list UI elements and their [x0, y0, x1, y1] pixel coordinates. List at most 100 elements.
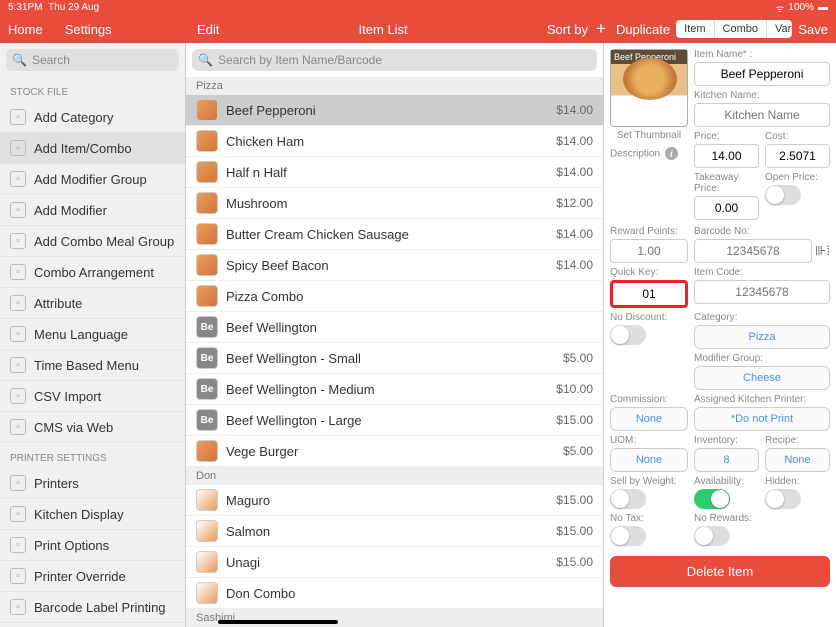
list-item[interactable]: Pizza Combo [186, 281, 603, 312]
sidebar-icon: ▫ [10, 419, 26, 435]
commission-select[interactable]: None [610, 407, 688, 431]
hidden-toggle[interactable] [765, 489, 801, 509]
cost-input[interactable] [765, 144, 830, 168]
seg-combo[interactable]: Combo [714, 20, 766, 38]
sidebar-item[interactable]: ▫CMS via Web [0, 412, 185, 443]
item-thumb-icon [196, 551, 218, 573]
item-thumb-icon [196, 223, 218, 245]
list-item[interactable]: Mushroom$12.00 [186, 188, 603, 219]
seg-variant[interactable]: Variant [766, 20, 792, 38]
item-list: 🔍Search by Item Name/Barcode Pizza Beef … [186, 43, 604, 627]
set-thumbnail[interactable]: Set Thumbnail [610, 130, 688, 141]
recipe-select[interactable]: None [765, 448, 830, 472]
item-thumb-icon: Be [196, 347, 218, 369]
category-header: Sashimi [186, 609, 603, 627]
list-item[interactable]: Maguro$15.00 [186, 485, 603, 516]
no-discount-toggle[interactable] [610, 325, 646, 345]
sidebar-item[interactable]: ▫Printers [0, 468, 185, 499]
list-search[interactable]: 🔍Search by Item Name/Barcode [192, 49, 597, 71]
home-button[interactable]: Home [8, 22, 43, 37]
list-item[interactable]: BeBeef Wellington - Small$5.00 [186, 343, 603, 374]
sidebar-icon: ▫ [10, 295, 26, 311]
sidebar-icon: ▫ [10, 326, 26, 342]
item-thumb-icon [196, 489, 218, 511]
settings-button[interactable]: Settings [65, 22, 112, 37]
sidebar-icon: ▫ [10, 357, 26, 373]
sidebar-item[interactable]: ▫CSV Import [0, 381, 185, 412]
battery-icon: ▬ [818, 2, 828, 13]
no-tax-toggle[interactable] [610, 526, 646, 546]
list-item[interactable]: Don Combo [186, 578, 603, 609]
item-code-input[interactable] [694, 280, 830, 304]
barcode-scan-icon[interactable]: ⊪⁞ [815, 243, 830, 259]
sidebar-icon: ▫ [10, 233, 26, 249]
sidebar-item[interactable]: ▫Add Combo Meal Group [0, 226, 185, 257]
availability-toggle[interactable] [694, 489, 730, 509]
sidebar-item[interactable]: ▫Add Modifier [0, 195, 185, 226]
price-input[interactable] [694, 144, 759, 168]
sidebar-item[interactable]: ▫Barcode Label Printing [0, 592, 185, 623]
modifier-select[interactable]: Cheese [694, 366, 830, 390]
sidebar-item[interactable]: ▫Add Category [0, 102, 185, 133]
sidebar-item[interactable]: ▫Combo Arrangement [0, 257, 185, 288]
sidebar-search[interactable]: 🔍Search [6, 49, 179, 71]
list-item[interactable]: BeBeef Wellington - Medium$10.00 [186, 374, 603, 405]
category-header: Don [186, 467, 603, 485]
type-segment[interactable]: Item Combo Variant [676, 20, 792, 38]
list-item[interactable]: Beef Pepperoni$14.00 [186, 95, 603, 126]
list-item[interactable]: Chicken Ham$14.00 [186, 126, 603, 157]
edit-button[interactable]: Edit [197, 22, 219, 37]
duplicate-button[interactable]: Duplicate [616, 22, 670, 37]
list-item[interactable]: Unagi$15.00 [186, 547, 603, 578]
seg-item[interactable]: Item [676, 20, 713, 38]
delete-item-button[interactable]: Delete Item [610, 556, 830, 587]
sidebar-item[interactable]: ▫Print Options [0, 530, 185, 561]
item-thumb-icon [196, 130, 218, 152]
topbar: Home Settings Edit Item List Sort by + D… [0, 15, 836, 43]
sidebar-item[interactable]: ▫Printer Override [0, 561, 185, 592]
item-name-input[interactable] [694, 62, 830, 86]
sidebar-item[interactable]: ▫Attribute [0, 288, 185, 319]
add-icon[interactable]: + [596, 19, 606, 39]
item-thumbnail[interactable]: Beef Pepperoni [610, 49, 688, 127]
item-thumb-icon [196, 440, 218, 462]
list-item[interactable]: BeBeef Wellington - Large$15.00 [186, 405, 603, 436]
barcode-input[interactable] [694, 239, 812, 263]
sidebar-icon: ▫ [10, 568, 26, 584]
list-item[interactable]: Salmon$15.00 [186, 516, 603, 547]
sidebar-icon: ▫ [10, 264, 26, 280]
no-rewards-toggle[interactable] [694, 526, 730, 546]
list-item[interactable]: Butter Cream Chicken Sausage$14.00 [186, 219, 603, 250]
sidebar-item[interactable]: ▫Time Based Menu [0, 350, 185, 381]
kitchen-printer-select[interactable]: *Do not Print [694, 407, 830, 431]
inventory-select[interactable]: 8 [694, 448, 759, 472]
section-app: APP SETTINGS [0, 623, 185, 627]
list-item[interactable]: Half n Half$14.00 [186, 157, 603, 188]
reward-input[interactable] [610, 239, 688, 263]
sidebar-icon: ▫ [10, 388, 26, 404]
info-icon[interactable]: i [665, 147, 678, 160]
category-select[interactable]: Pizza [694, 325, 830, 349]
status-bar: 5:31PM Thu 29 Aug ᯤ100%▬ [0, 0, 836, 15]
list-item[interactable]: Spicy Beef Bacon$14.00 [186, 250, 603, 281]
sell-by-weight-toggle[interactable] [610, 489, 646, 509]
open-price-toggle[interactable] [765, 185, 801, 205]
sidebar-item[interactable]: ▫Kitchen Display [0, 499, 185, 530]
sidebar-item[interactable]: ▫Add Item/Combo [0, 133, 185, 164]
sidebar-icon: ▫ [10, 537, 26, 553]
sidebar-item[interactable]: ▫Menu Language [0, 319, 185, 350]
takeaway-input[interactable] [694, 196, 759, 220]
uom-select[interactable]: None [610, 448, 688, 472]
list-item[interactable]: Vege Burger$5.00 [186, 436, 603, 467]
item-thumb-icon [196, 192, 218, 214]
item-thumb-icon [196, 254, 218, 276]
search-icon: 🔍 [198, 53, 213, 67]
item-thumb-icon [196, 520, 218, 542]
sort-button[interactable]: Sort by [547, 22, 588, 37]
sidebar-item[interactable]: ▫Add Modifier Group [0, 164, 185, 195]
list-item[interactable]: BeBeef Wellington [186, 312, 603, 343]
kitchen-name-input[interactable] [694, 103, 830, 127]
quick-key-input[interactable] [610, 280, 688, 308]
save-button[interactable]: Save [798, 22, 828, 37]
item-thumb-icon [196, 285, 218, 307]
